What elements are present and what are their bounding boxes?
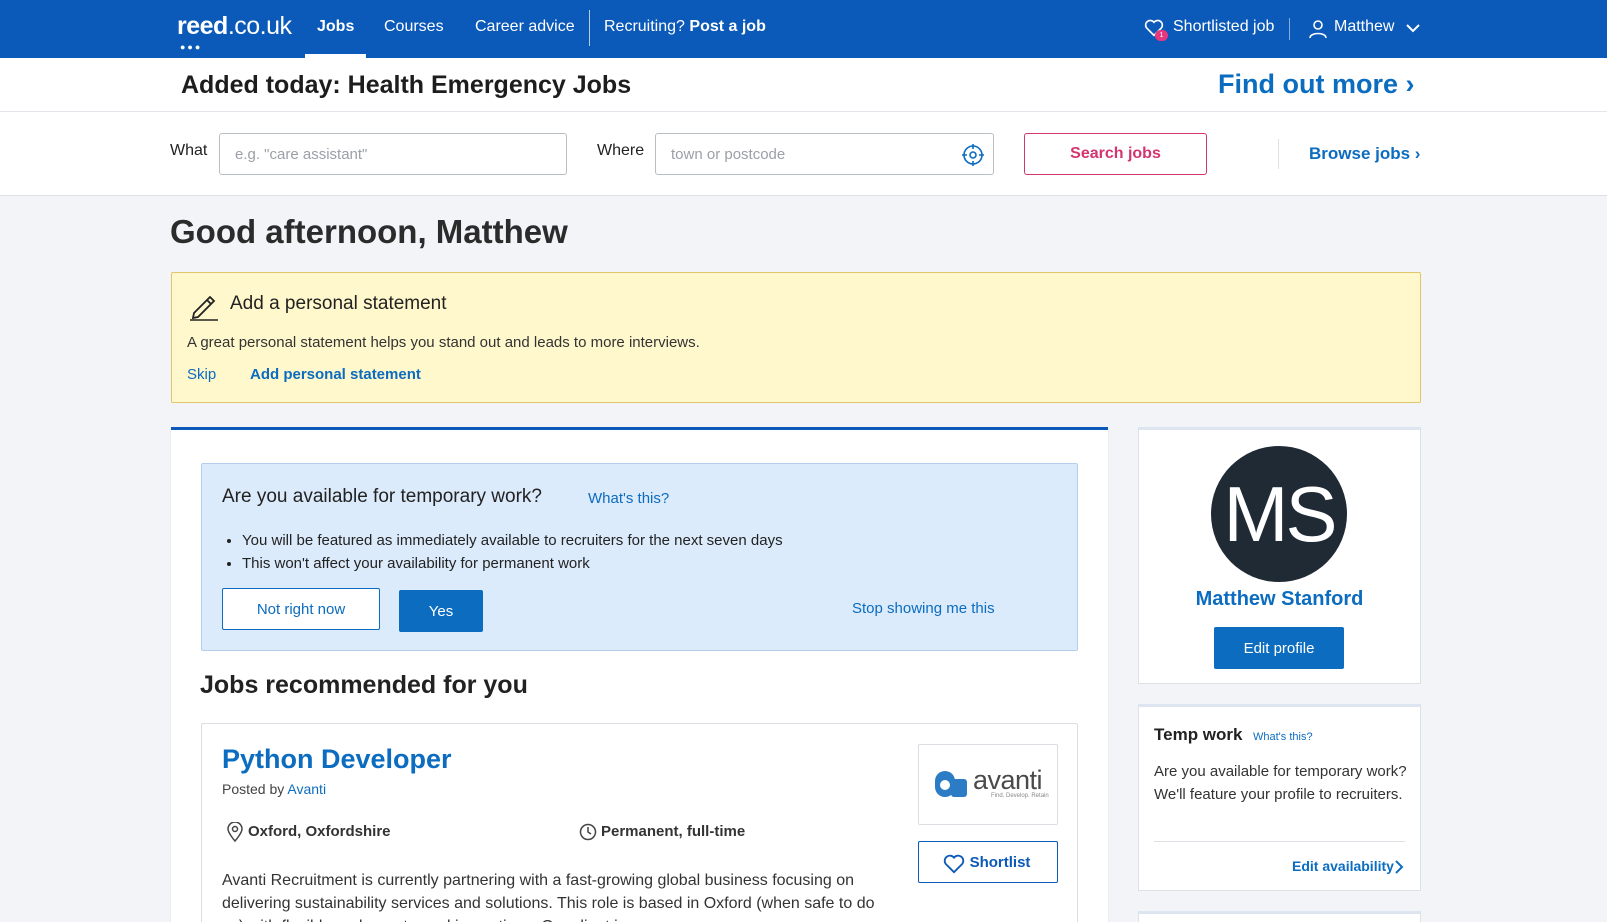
shortlist-count-badge: 1 <box>1155 30 1168 41</box>
personal-statement-notice: Add a personal statement A great persona… <box>171 272 1421 403</box>
yes-button[interactable]: Yes <box>399 590 483 632</box>
add-personal-statement-link[interactable]: Add personal statement <box>250 366 421 383</box>
job-card: Python Developer Posted by Avanti Oxford… <box>201 723 1078 922</box>
benefit-item: You will be featured as immediately avai… <box>242 529 783 552</box>
temp-work-prompt: Are you available for temporary work? Wh… <box>201 463 1078 651</box>
top-navigation: reed.co.uk ●●● Jobs Courses Career advic… <box>0 0 1607 58</box>
where-input[interactable] <box>655 133 994 175</box>
recommended-jobs-heading: Jobs recommended for you <box>200 671 528 699</box>
temp-work-question: Are you available for temporary work? <box>222 486 542 507</box>
skip-link[interactable]: Skip <box>187 366 216 383</box>
avanti-wordmark: avanti <box>973 765 1043 795</box>
temp-work-benefits: You will be featured as immediately avai… <box>242 529 783 575</box>
nav-divider <box>589 10 590 46</box>
clock-icon <box>579 823 597 841</box>
shortlisted-jobs-link[interactable]: Shortlisted job <box>1173 18 1274 36</box>
heart-icon <box>943 854 965 874</box>
browse-jobs-link[interactable]: Browse jobs › <box>1309 144 1420 164</box>
job-title-link[interactable]: Python Developer <box>222 744 452 775</box>
avanti-logo-mark <box>935 771 967 797</box>
benefit-item: This won't affect your availability for … <box>242 552 783 575</box>
what-label: What <box>170 142 208 159</box>
nav-divider-2 <box>1289 18 1290 40</box>
posted-by-prefix: Posted by <box>222 781 288 797</box>
recruiting-text: Recruiting? <box>604 18 685 35</box>
job-location: Oxford, Oxfordshire <box>248 823 391 840</box>
recruiter-link[interactable]: Avanti <box>287 781 326 797</box>
temp-work-description: Are you available for temporary work? We… <box>1154 763 1407 803</box>
avanti-tagline: Find. Develop. Retain <box>991 793 1049 799</box>
temp-work-whats-this-link[interactable]: What's this? <box>1253 731 1313 743</box>
search-divider <box>1278 139 1279 169</box>
shortlist-button[interactable]: Shortlist <box>918 841 1058 883</box>
user-icon[interactable] <box>1308 19 1328 39</box>
reed-logo[interactable]: reed.co.uk ●●● <box>177 12 292 52</box>
chevron-down-icon[interactable] <box>1405 20 1421 36</box>
main-content-card: Are you available for temporary work? Wh… <box>171 427 1108 922</box>
nav-post-job[interactable]: Recruiting? Post a job <box>604 18 766 36</box>
statement-title: Add a personal statement <box>230 293 447 314</box>
stop-showing-link[interactable]: Stop showing me this <box>852 600 995 617</box>
logo-dots: ●●● <box>180 42 203 52</box>
what-input[interactable] <box>219 133 567 175</box>
nav-career-advice[interactable]: Career advice <box>475 18 575 36</box>
chevron-right-icon[interactable] <box>1393 860 1405 874</box>
user-menu[interactable]: Matthew <box>1334 18 1394 36</box>
shortlist-label: Shortlist <box>969 853 1031 871</box>
temp-work-card: Temp work What's this? Are you available… <box>1138 704 1421 891</box>
logo-wordmark: reed <box>177 12 228 40</box>
divider <box>1154 841 1405 842</box>
pencil-icon <box>190 295 218 321</box>
job-search-bar: What Where Search jobs Browse jobs › <box>0 112 1607 196</box>
where-label: Where <box>597 142 645 159</box>
company-logo[interactable]: avanti Find. Develop. Retain <box>918 744 1058 825</box>
temp-work-title: Temp work <box>1154 725 1243 744</box>
location-pin-icon <box>227 822 243 842</box>
search-jobs-button[interactable]: Search jobs <box>1024 133 1207 175</box>
promo-banner: Added today: Health Emergency Jobs Find … <box>0 58 1607 112</box>
logo-domain: .co.uk <box>227 12 292 40</box>
whats-this-link[interactable]: What's this? <box>588 490 669 507</box>
crosshair-location-icon[interactable] <box>961 143 985 167</box>
job-type: Permanent, full-time <box>601 823 746 840</box>
job-posted-by: Posted by Avanti <box>222 781 326 797</box>
nav-courses[interactable]: Courses <box>384 18 444 36</box>
edit-profile-button[interactable]: Edit profile <box>1214 627 1344 669</box>
next-sidebar-card <box>1138 911 1421 922</box>
profile-name[interactable]: Matthew Stanford <box>1139 588 1420 611</box>
edit-availability-link[interactable]: Edit availability <box>1292 858 1394 874</box>
page-greeting: Good afternoon, Matthew <box>170 213 568 250</box>
job-description: Avanti Recruitment is currently partneri… <box>222 872 875 922</box>
promo-title: Added today: Health Emergency Jobs <box>181 71 632 99</box>
statement-description: A great personal statement helps you sta… <box>187 334 700 351</box>
profile-card: MS Matthew Stanford Edit profile <box>1138 427 1421 684</box>
avatar[interactable]: MS <box>1211 446 1347 582</box>
nav-jobs[interactable]: Jobs <box>317 18 354 36</box>
not-right-now-button[interactable]: Not right now <box>222 588 380 630</box>
find-out-more-link[interactable]: Find out more › <box>1218 69 1414 100</box>
post-job-text: Post a job <box>689 18 766 35</box>
